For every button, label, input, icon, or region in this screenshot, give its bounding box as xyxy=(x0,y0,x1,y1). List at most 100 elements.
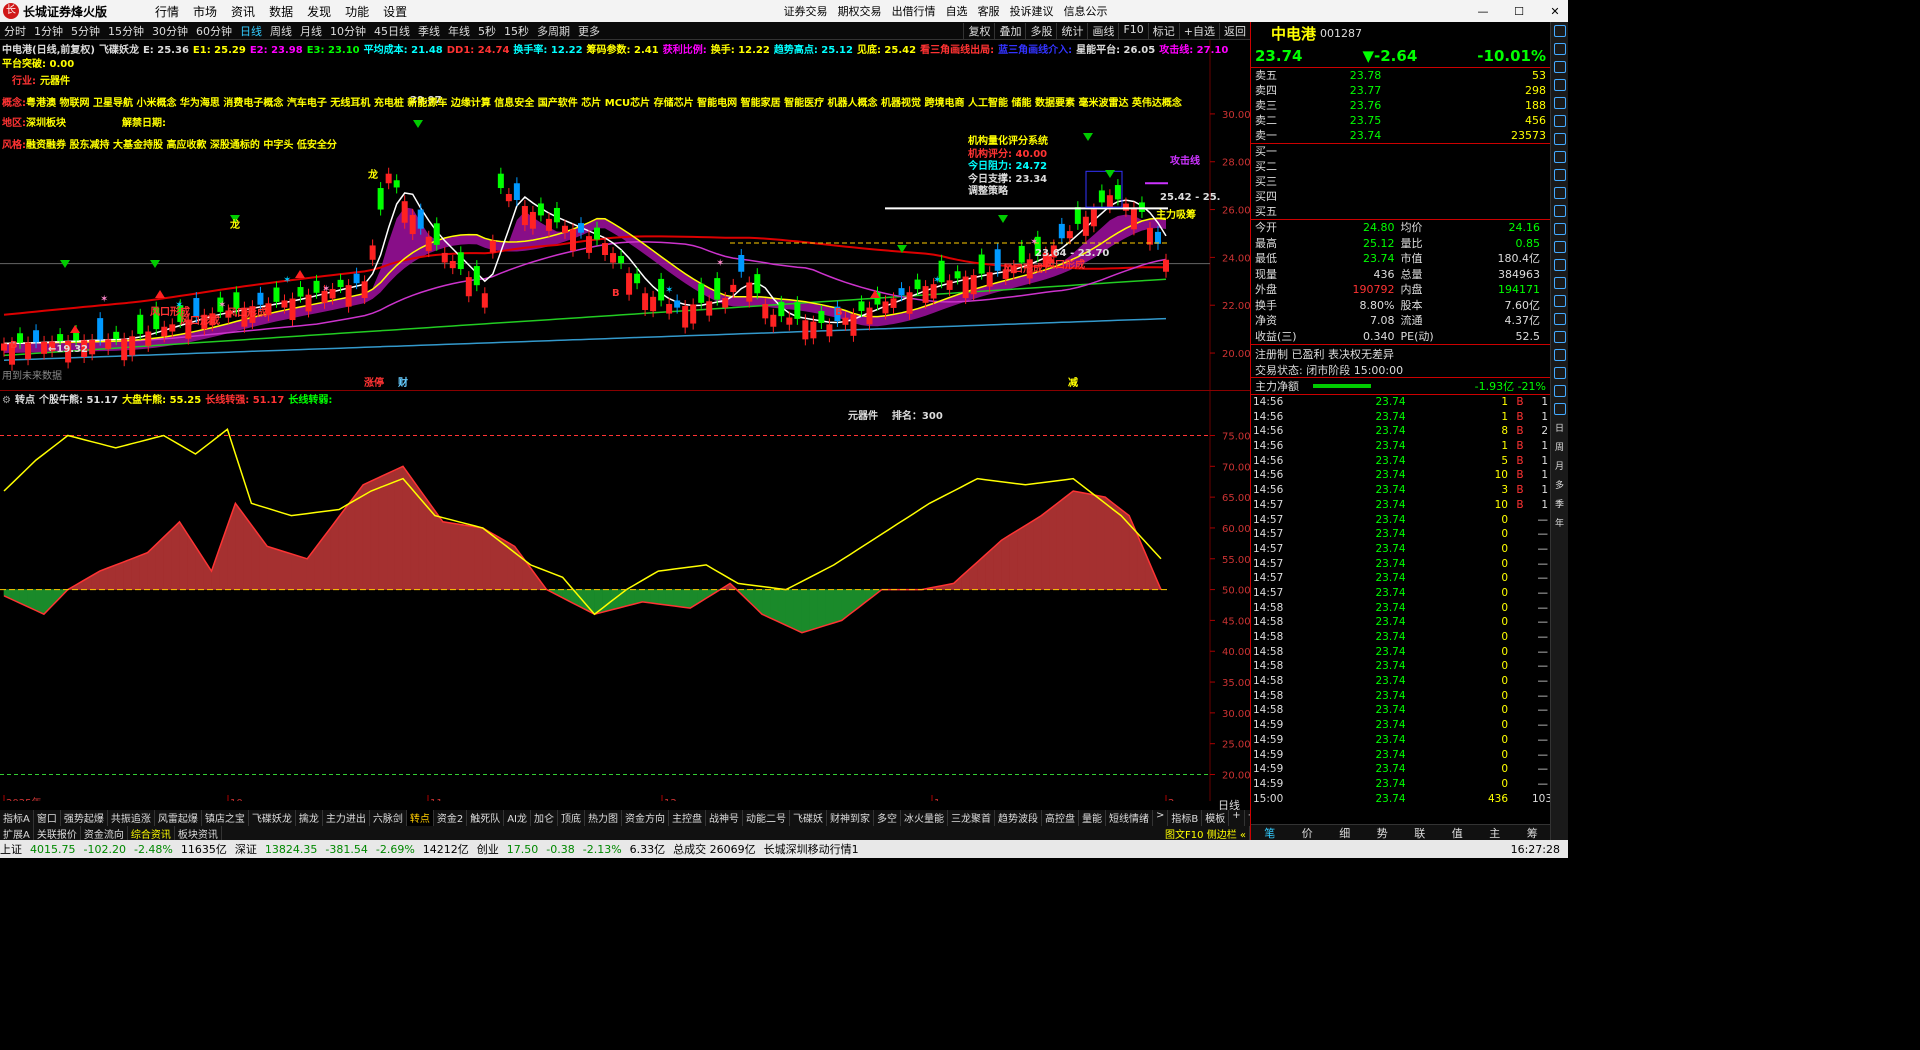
tool-icon[interactable] xyxy=(1553,169,1566,181)
tool-icon[interactable] xyxy=(1553,277,1566,289)
indicator-tab[interactable]: 指标B xyxy=(1168,810,1203,826)
kline-chart[interactable]: 30.00 28.00 26.00 24.00 22.00 20.00 ✶ ✶ ✶ ✶ ✶ ✶ ✶ ✶ ✶ ←… xyxy=(0,40,1251,390)
bid-row[interactable]: 买二 xyxy=(1251,159,1550,174)
quote-tab[interactable]: 联 xyxy=(1401,825,1439,840)
period-shortcut[interactable]: 季 xyxy=(1555,497,1564,510)
period-tab[interactable]: 年线 xyxy=(444,23,474,39)
chart-tool-button[interactable]: 叠加 xyxy=(994,22,1025,39)
indicator-tab[interactable]: 共振追涨 xyxy=(108,810,155,826)
quote-tab[interactable]: 价 xyxy=(1289,825,1327,840)
period-shortcut[interactable]: 周 xyxy=(1555,440,1564,453)
tool-icon[interactable] xyxy=(1553,241,1566,253)
period-shortcut[interactable]: 年 xyxy=(1555,516,1564,529)
settings-icon[interactable]: ⚙ xyxy=(2,395,11,406)
bid-row[interactable]: 买三 xyxy=(1251,174,1550,189)
tool-icon[interactable] xyxy=(1553,79,1566,91)
extension-tab[interactable]: 关联报价 xyxy=(34,826,81,841)
title-link[interactable]: 客服 xyxy=(978,3,1000,19)
indicator-tab[interactable]: AI龙 xyxy=(504,810,532,826)
minimize-icon[interactable]: — xyxy=(1470,5,1496,18)
indicator-tab[interactable]: 镇店之宝 xyxy=(202,810,249,826)
period-tab[interactable]: 30分钟 xyxy=(148,23,192,39)
sh-index-label[interactable]: 上证 xyxy=(0,841,22,857)
quote-tab[interactable]: 主 xyxy=(1476,825,1514,840)
quote-tab[interactable]: 细 xyxy=(1326,825,1364,840)
close-icon[interactable]: ✕ xyxy=(1542,5,1568,18)
chart-tool-button[interactable]: 标记 xyxy=(1147,22,1179,39)
menu-item[interactable]: 资讯 xyxy=(231,5,255,19)
extension-tab[interactable]: 板块资讯 xyxy=(175,826,222,841)
chart-tool-button[interactable]: F10 xyxy=(1118,22,1147,39)
indicator-tab[interactable]: 短线情绪 xyxy=(1106,810,1154,826)
menu-item[interactable]: 设置 xyxy=(383,5,407,19)
menu-item[interactable]: 功能 xyxy=(345,5,369,19)
indicator-tab[interactable]: 触死队 xyxy=(467,810,505,826)
indicator-tab[interactable]: 飞碟妖龙 xyxy=(249,810,296,826)
menu-item[interactable]: 发现 xyxy=(307,5,331,19)
period-shortcut[interactable]: 月 xyxy=(1555,459,1564,472)
tool-icon[interactable] xyxy=(1553,43,1566,55)
indicator-tab[interactable]: 模板 xyxy=(1202,810,1230,826)
indicator-tab[interactable]: > xyxy=(1153,810,1169,826)
period-tab[interactable]: 分时 xyxy=(0,23,30,39)
title-link[interactable]: 自选 xyxy=(946,3,968,19)
period-tab[interactable]: 月线 xyxy=(296,23,326,39)
indicator-tab[interactable]: 飞碟妖 xyxy=(790,810,828,826)
tool-icon[interactable] xyxy=(1553,223,1566,235)
title-link[interactable]: 期权交易 xyxy=(838,3,882,19)
tool-icon[interactable] xyxy=(1553,349,1566,361)
bid-row[interactable]: 买一 xyxy=(1251,144,1550,159)
indicator-tab[interactable]: 六脉剑 xyxy=(370,810,407,826)
tick-list[interactable]: 14:56 23.74 1 B 1 14:56 23.74 1 B 1 14:56 23.74 8 B 2 1… xyxy=(1251,395,1552,806)
indicator-tab[interactable]: 多空 xyxy=(874,810,902,826)
period-shortcut[interactable]: 日 xyxy=(1555,421,1564,434)
tool-icon[interactable] xyxy=(1553,205,1566,217)
tool-icon[interactable] xyxy=(1553,133,1566,145)
menu-item[interactable]: 行情 xyxy=(155,5,179,19)
period-tab[interactable]: 日线 xyxy=(236,23,266,39)
indicator-tab[interactable]: 风雷起爆 xyxy=(155,810,202,826)
extension-tab[interactable]: 资金流向 xyxy=(81,826,128,841)
indicator-tab[interactable]: 加仑 xyxy=(531,810,559,826)
menu-item[interactable]: 市场 xyxy=(193,5,217,19)
tool-icon[interactable] xyxy=(1553,385,1566,397)
indicator-tab[interactable]: 窗口 xyxy=(34,810,61,826)
tool-icon[interactable] xyxy=(1553,403,1566,415)
indicator-tab[interactable]: 量能 xyxy=(1079,810,1107,826)
period-tab[interactable]: 10分钟 xyxy=(326,23,370,39)
quote-tab[interactable]: 值 xyxy=(1439,825,1477,840)
ask-row[interactable]: 卖三 23.76 188 xyxy=(1251,98,1550,113)
tool-icon[interactable] xyxy=(1553,295,1566,307)
title-link[interactable]: 信息公示 xyxy=(1064,3,1108,19)
period-tab[interactable]: 60分钟 xyxy=(192,23,236,39)
extension-tab[interactable]: 扩展A xyxy=(0,826,34,841)
chart-tool-button[interactable]: 返回 xyxy=(1219,22,1250,39)
ask-row[interactable]: 卖四 23.77 298 xyxy=(1251,83,1550,98)
period-tab[interactable]: 季线 xyxy=(414,23,444,39)
indicator-tab[interactable]: 主控盘 xyxy=(669,810,707,826)
indicator-tab[interactable]: 趋势波段 xyxy=(995,810,1043,826)
maximize-icon[interactable]: ☐ xyxy=(1506,5,1532,18)
indicator-tab[interactable]: 动能二号 xyxy=(743,810,791,826)
indicator-chart[interactable]: 75.00 70.00 65.00 60.00 55.00 50.00 45.00 40.00… xyxy=(0,390,1251,809)
period-tab[interactable]: 周线 xyxy=(266,23,296,39)
tool-icon[interactable] xyxy=(1553,115,1566,127)
indicator-tab[interactable]: 三龙聚首 xyxy=(948,810,996,826)
tool-icon[interactable] xyxy=(1553,61,1566,73)
indicator-tab[interactable]: 热力图 xyxy=(585,810,623,826)
chart-tool-button[interactable]: 多股 xyxy=(1025,22,1056,39)
tool-icon[interactable] xyxy=(1553,25,1566,37)
ask-row[interactable]: 卖五 23.78 53 xyxy=(1251,68,1550,83)
title-link[interactable]: 出借行情 xyxy=(892,3,936,19)
period-tab[interactable]: 15秒 xyxy=(500,23,533,39)
quote-tab[interactable]: 筹 xyxy=(1514,825,1552,840)
title-link[interactable]: 证券交易 xyxy=(784,3,828,19)
indicator-tab[interactable]: + xyxy=(1229,810,1245,826)
period-tab[interactable]: 15分钟 xyxy=(104,23,148,39)
chart-tool-button[interactable]: +自选 xyxy=(1178,22,1219,39)
sidebar-toggle[interactable]: 图文F10 侧边栏 « xyxy=(1162,826,1250,841)
chart-tool-button[interactable]: 复权 xyxy=(963,22,994,39)
chart-tool-button[interactable]: 画线 xyxy=(1087,22,1118,39)
period-tab[interactable]: 5秒 xyxy=(474,23,500,39)
period-tab[interactable]: 多周期 xyxy=(533,23,574,39)
